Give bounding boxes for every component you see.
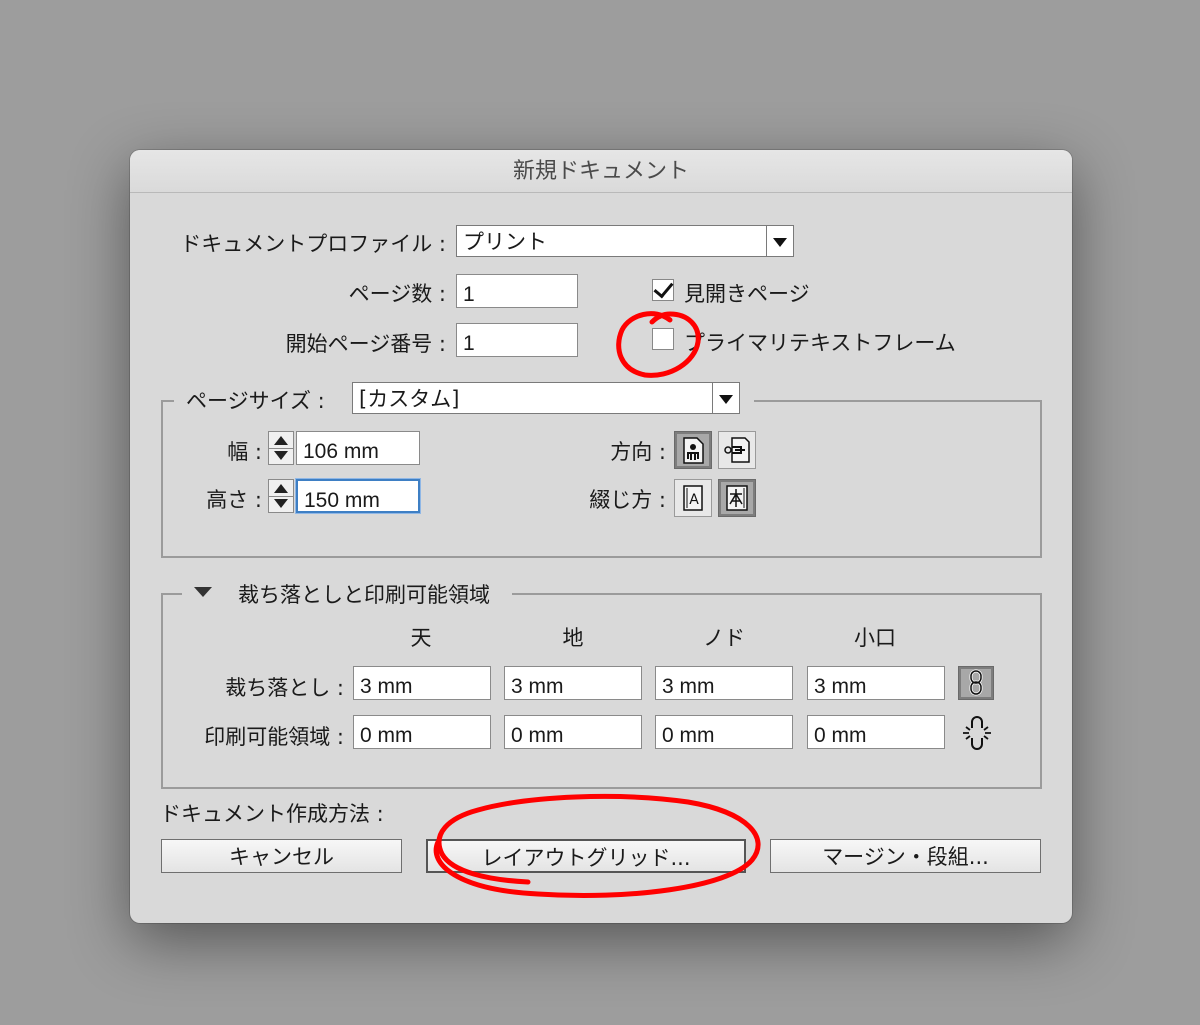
left-binding-icon: A <box>683 485 703 511</box>
height-label: 高さ : <box>206 488 262 512</box>
svg-text:A: A <box>689 492 699 508</box>
profile-value: プリント <box>463 230 547 254</box>
bleed-top-field[interactable]: 3 mm <box>353 666 491 700</box>
width-label: 幅 : <box>227 440 262 464</box>
arrow-down-icon <box>274 451 288 460</box>
arrow-up-icon <box>274 484 288 493</box>
slug-bottom-field[interactable]: 0 mm <box>504 715 642 749</box>
start-page-field[interactable]: 1 <box>456 323 578 357</box>
facing-pages-checkbox[interactable] <box>652 279 674 301</box>
chevron-down-icon <box>766 226 793 256</box>
primary-text-frame-label: プライマリテキストフレーム <box>684 331 956 355</box>
landscape-icon <box>724 437 750 463</box>
slug-label: 印刷可能領域 : <box>204 725 344 749</box>
cancel-button[interactable]: キャンセル <box>161 839 402 873</box>
disclosure-triangle-icon[interactable] <box>192 584 214 600</box>
right-binding-icon <box>726 485 748 511</box>
facing-pages-label: 見開きページ <box>684 282 810 306</box>
start-page-label: 開始ページ番号 : <box>285 332 446 356</box>
bleed-bottom-field[interactable]: 3 mm <box>504 666 642 700</box>
arrow-down-icon <box>274 499 288 508</box>
bleed-outside-field[interactable]: 3 mm <box>807 666 945 700</box>
right-binding-button[interactable] <box>718 479 756 517</box>
pages-label: ページ数 : <box>348 282 446 306</box>
arrow-up-icon <box>274 436 288 445</box>
left-binding-button[interactable]: A <box>674 479 712 517</box>
link-icon <box>969 669 983 696</box>
creation-method-label: ドキュメント作成方法 : <box>160 802 384 826</box>
height-field[interactable]: 150 mm <box>296 479 420 513</box>
landscape-orientation-button[interactable] <box>718 431 756 469</box>
primary-text-frame-checkbox[interactable] <box>652 328 674 350</box>
layout-grid-button[interactable]: レイアウトグリッド... <box>426 839 746 873</box>
profile-select[interactable]: プリント <box>456 225 794 257</box>
dialog-title: 新規ドキュメント <box>130 150 1072 193</box>
column-outside: 小口 <box>854 626 896 650</box>
width-field[interactable]: 106 mm <box>296 431 420 465</box>
bleed-inside-field[interactable]: 3 mm <box>655 666 793 700</box>
profile-label: ドキュメントプロファイル : <box>180 232 446 256</box>
column-bottom: 地 <box>562 626 584 650</box>
column-inside: ノド <box>703 626 745 650</box>
chevron-down-icon <box>712 383 739 413</box>
slug-outside-field[interactable]: 0 mm <box>807 715 945 749</box>
bleed-label: 裁ち落とし : <box>225 676 344 700</box>
binding-label: 綴じ方 : <box>589 488 666 512</box>
width-stepper[interactable] <box>268 431 294 465</box>
orientation-label: 方向 : <box>610 440 666 464</box>
slug-top-field[interactable]: 0 mm <box>353 715 491 749</box>
page-size-select[interactable]: [カスタム] <box>352 382 740 414</box>
new-document-dialog: 新規ドキュメント ドキュメントプロファイル : プリント ページ数 : 1 開始… <box>130 150 1072 923</box>
pages-field[interactable]: 1 <box>456 274 578 308</box>
margins-columns-button[interactable]: マージン・段組... <box>770 839 1041 873</box>
portrait-icon <box>683 437 704 464</box>
bleed-section-label: 裁ち落としと印刷可能領域 <box>238 583 490 607</box>
height-stepper[interactable] <box>268 479 294 513</box>
slug-inside-field[interactable]: 0 mm <box>655 715 793 749</box>
portrait-orientation-button[interactable] <box>674 431 712 469</box>
link-bleed-button[interactable] <box>958 666 994 700</box>
page-size-value: [カスタム] <box>359 387 460 411</box>
page-size-label: ページサイズ : <box>186 389 325 413</box>
column-top: 天 <box>410 626 432 650</box>
unlink-icon[interactable] <box>959 716 995 750</box>
